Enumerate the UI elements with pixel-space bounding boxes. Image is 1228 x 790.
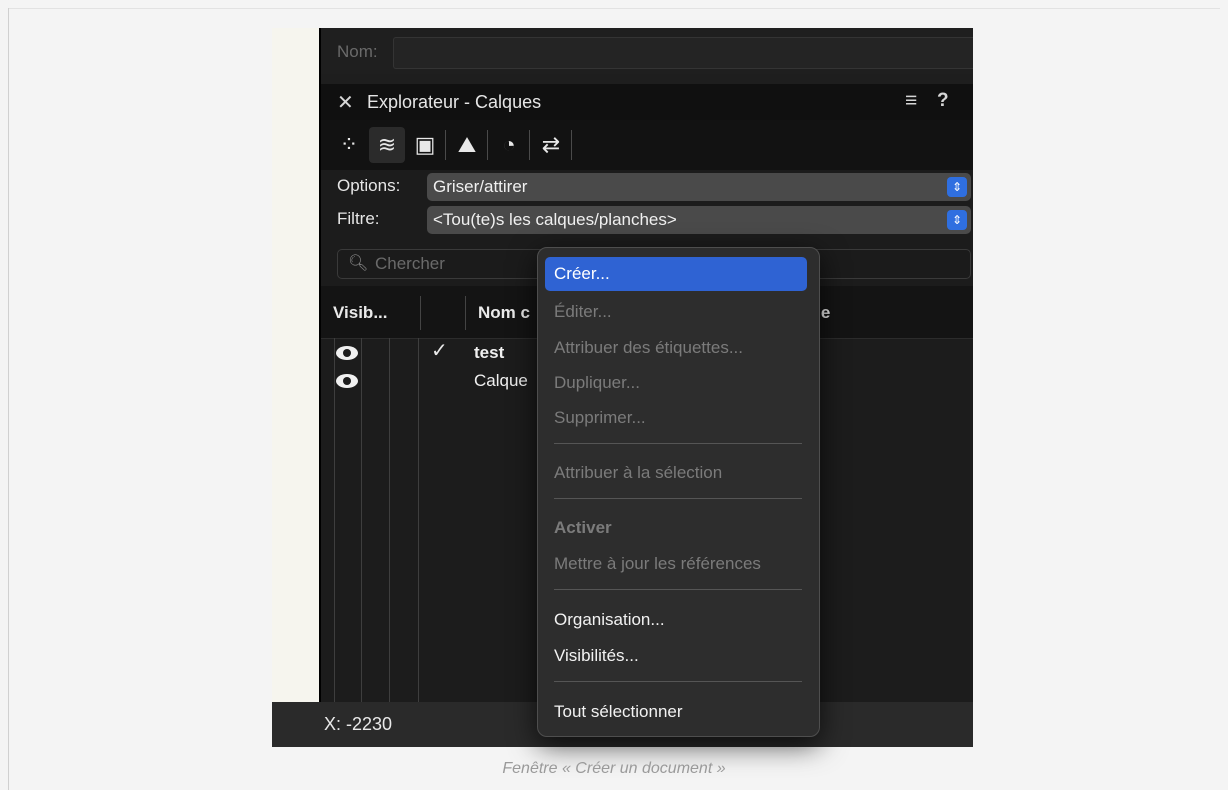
figure-caption: Fenêtre « Créer un document »: [502, 760, 726, 777]
menu-item-supprimer[interactable]: Supprimer...: [554, 408, 646, 428]
name-row: Nom:: [321, 28, 973, 74]
column-separator: [465, 296, 466, 330]
menu-item-visibilites[interactable]: Visibilités...: [554, 646, 639, 666]
tab-layers-icon[interactable]: ≋: [369, 127, 405, 163]
menu-item-dupliquer[interactable]: Dupliquer...: [554, 373, 640, 393]
filter-select[interactable]: <Tou(te)s les calques/planches> ⇕: [427, 206, 971, 234]
filter-label: Filtre:: [337, 209, 380, 228]
menu-item-organisation[interactable]: Organisation...: [554, 610, 665, 630]
close-icon[interactable]: ✕: [337, 90, 354, 115]
menu-separator: [554, 443, 802, 444]
menu-item-tout-selectionner[interactable]: Tout sélectionner: [554, 702, 683, 722]
checkmark-icon: ✓: [431, 340, 448, 362]
options-label: Options:: [337, 176, 401, 195]
grid-line: [334, 338, 335, 702]
tab-separator: [529, 130, 530, 160]
tab-viewport-icon[interactable]: ⛰: [449, 127, 485, 163]
name-input[interactable]: [393, 37, 973, 69]
grid-line: [389, 338, 390, 702]
x-coordinate: X: -2230: [324, 714, 393, 734]
tab-separator: [445, 130, 446, 160]
menu-item-attribuer-selection[interactable]: Attribuer à la sélection: [554, 463, 722, 483]
menu-item-attribuer-etiquettes[interactable]: Attribuer des étiquettes...: [554, 338, 743, 358]
tab-reference-icon[interactable]: ⇄: [533, 127, 569, 163]
layer-row-name[interactable]: test: [474, 343, 504, 363]
eye-icon[interactable]: [336, 346, 358, 360]
tab-sheet-icon[interactable]: ▣: [407, 127, 443, 163]
help-icon[interactable]: ?: [937, 90, 949, 112]
tab-separator: [487, 130, 488, 160]
options-select[interactable]: Griser/attirer ⇕: [427, 173, 971, 201]
eye-icon[interactable]: [336, 374, 358, 388]
search-icon: 🔍︎: [348, 255, 369, 272]
tab-separator: [571, 130, 572, 160]
filter-value: <Tou(te)s les calques/planches>: [433, 210, 677, 229]
layer-row-name[interactable]: Calque: [474, 371, 528, 391]
chevron-updown-icon: ⇕: [947, 177, 967, 197]
menu-separator: [554, 681, 802, 682]
name-label: Nom:: [337, 42, 378, 61]
menu-item-creer[interactable]: Créer...: [545, 257, 807, 291]
menu-item-activer[interactable]: Activer: [554, 518, 612, 538]
panel-titlebar: ✕ Explorateur - Calques ≡ ?: [321, 84, 973, 120]
column-separator: [420, 296, 421, 330]
page-frame-top: [8, 8, 1220, 9]
page-frame-left: [8, 8, 9, 790]
drawing-area-edge: [272, 28, 319, 702]
hamburger-menu-icon[interactable]: ≡: [905, 89, 917, 113]
explorer-tabs: ⁘ ≋ ▣ ⛰ ◔ ⇄: [321, 120, 973, 170]
menu-item-mettre-a-jour[interactable]: Mettre à jour les références: [554, 554, 761, 574]
menu-item-editer[interactable]: Éditer...: [554, 302, 612, 322]
column-name[interactable]: Nom c: [478, 303, 530, 323]
options-value: Griser/attirer: [433, 177, 528, 196]
panel-title: Explorateur - Calques: [367, 92, 542, 112]
tab-visibility-doc-icon[interactable]: ◔: [491, 127, 527, 163]
column-visibility[interactable]: Visib...: [333, 303, 388, 323]
grid-line: [361, 338, 362, 702]
grid-line: [418, 338, 419, 702]
context-menu: Créer... Éditer... Attribuer des étiquet…: [537, 247, 820, 737]
search-placeholder: Chercher: [375, 254, 445, 273]
chevron-updown-icon: ⇕: [947, 210, 967, 230]
menu-separator: [554, 498, 802, 499]
menu-separator: [554, 589, 802, 590]
tab-network-icon[interactable]: ⁘: [331, 127, 367, 163]
